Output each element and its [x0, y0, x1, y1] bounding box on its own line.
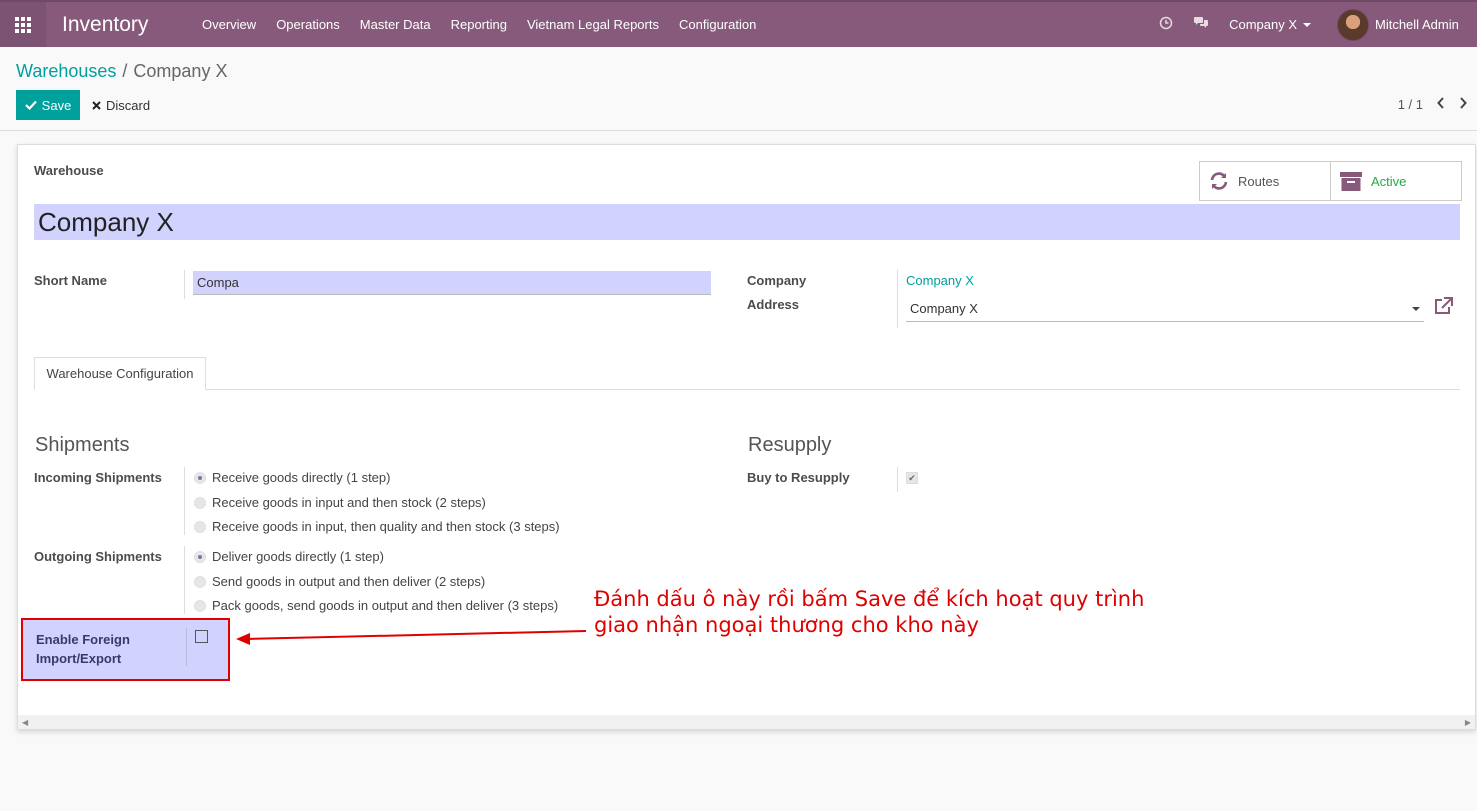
- external-link-icon[interactable]: [1434, 297, 1454, 318]
- apps-menu-icon[interactable]: [0, 2, 46, 47]
- save-button-label: Save: [41, 97, 72, 113]
- address-label: Address: [747, 297, 800, 312]
- annotation-line2: giao nhận ngoại thương cho kho này: [594, 613, 979, 637]
- breadcrumb-separator: /: [122, 61, 128, 81]
- address-select-value: Company X: [910, 301, 978, 316]
- address-select[interactable]: Company X: [906, 296, 1424, 322]
- annotation-arrow: [236, 630, 587, 645]
- radio-label: Receive goods in input and then stock (2…: [212, 495, 486, 510]
- control-panel-divider: [0, 130, 1477, 131]
- annotation-line1: Đánh dấu ô này rồi bấm Save để kích hoạt…: [594, 587, 1145, 611]
- annotation-note: Đánh dấu ô này rồi bấm Save để kích hoạt…: [594, 586, 1144, 638]
- form-sheet: Warehouse Routes Active Company X Short …: [17, 144, 1476, 730]
- buy-to-resupply-label: Buy to Resupply: [747, 470, 850, 485]
- radio-unselected[interactable]: [194, 520, 206, 533]
- discard-button-label: Discard: [106, 97, 151, 113]
- field-separator: [184, 270, 185, 299]
- user-name: Mitchell Admin: [1375, 17, 1459, 32]
- outgoing-option-3-steps[interactable]: Pack goods, send goods in output and the…: [194, 598, 558, 613]
- menu-item-configuration[interactable]: Configuration: [669, 17, 766, 32]
- breadcrumb: Warehouses / Company X: [16, 61, 227, 82]
- short-name-label: Short Name: [34, 273, 107, 288]
- active-button-label: Active: [1371, 173, 1407, 189]
- warehouse-name-input[interactable]: Company X: [34, 204, 1460, 240]
- chevron-right-icon[interactable]: [1459, 96, 1467, 112]
- field-separator: [897, 467, 898, 492]
- radio-selected[interactable]: [194, 550, 206, 563]
- menu-item-reporting[interactable]: Reporting: [441, 17, 517, 32]
- activity-clock-icon[interactable]: [1159, 16, 1173, 33]
- company-switcher-label: Company X: [1229, 17, 1297, 32]
- field-separator: [897, 270, 898, 328]
- warehouse-label: Warehouse: [34, 163, 104, 178]
- routes-button[interactable]: Routes: [1199, 161, 1331, 201]
- tabs-divider: [34, 389, 1460, 390]
- incoming-shipments-label: Incoming Shipments: [34, 470, 162, 485]
- scroll-left-icon[interactable]: ◀: [22, 718, 28, 727]
- foreign-label-line2: Import/Export: [36, 651, 122, 666]
- chevron-left-icon[interactable]: [1437, 96, 1445, 112]
- app-title[interactable]: Inventory: [62, 13, 192, 37]
- check-icon: [24, 100, 37, 110]
- menu-item-master-data[interactable]: Master Data: [350, 17, 441, 32]
- buy-to-resupply-checkbox[interactable]: ✔: [906, 472, 918, 484]
- company-label: Company: [747, 273, 807, 288]
- company-switcher[interactable]: Company X: [1229, 17, 1311, 32]
- menu-item-operations[interactable]: Operations: [266, 17, 350, 32]
- routes-button-label: Routes: [1238, 173, 1280, 189]
- foreign-import-export-checkbox[interactable]: [195, 630, 208, 643]
- field-separator: [186, 628, 187, 666]
- incoming-option-1-step[interactable]: Receive goods directly (1 step): [194, 470, 390, 485]
- save-button[interactable]: Save: [16, 90, 80, 120]
- active-toggle-button[interactable]: Active: [1330, 161, 1462, 201]
- radio-unselected[interactable]: [194, 496, 206, 509]
- company-link[interactable]: Company X: [906, 273, 974, 288]
- discuss-chat-icon[interactable]: [1193, 16, 1209, 33]
- foreign-import-export-highlight: Enable Foreign Import/Export: [21, 618, 230, 681]
- radio-unselected[interactable]: [194, 599, 206, 612]
- radio-label: Receive goods in input, then quality and…: [212, 519, 560, 534]
- field-separator: [184, 467, 185, 535]
- outgoing-option-1-step[interactable]: Deliver goods directly (1 step): [194, 549, 384, 564]
- foreign-import-export-label: Enable Foreign Import/Export: [36, 630, 130, 668]
- menu-item-vietnam-legal-reports[interactable]: Vietnam Legal Reports: [517, 17, 669, 32]
- user-menu[interactable]: Mitchell Admin: [1337, 8, 1477, 41]
- tab-warehouse-configuration[interactable]: Warehouse Configuration: [34, 357, 206, 390]
- radio-selected[interactable]: [194, 471, 206, 484]
- radio-label: Deliver goods directly (1 step): [212, 549, 384, 564]
- top-navbar: Inventory Overview Operations Master Dat…: [0, 0, 1477, 47]
- chevron-down-icon: [1303, 22, 1311, 27]
- archive-box-icon: [1340, 172, 1362, 191]
- pager-value[interactable]: 1 / 1: [1398, 97, 1423, 112]
- outgoing-shipments-label: Outgoing Shipments: [34, 549, 162, 564]
- radio-label: Receive goods directly (1 step): [212, 470, 391, 485]
- discard-button[interactable]: Discard: [88, 90, 154, 120]
- foreign-label-line1: Enable Foreign: [36, 632, 130, 647]
- shipments-section-title: Shipments: [35, 434, 130, 456]
- scroll-right-icon[interactable]: ▶: [1465, 718, 1471, 727]
- avatar: [1337, 8, 1369, 41]
- incoming-option-3-steps[interactable]: Receive goods in input, then quality and…: [194, 519, 560, 534]
- chevron-down-icon[interactable]: [1412, 307, 1420, 311]
- radio-unselected[interactable]: [194, 575, 206, 588]
- short-name-input[interactable]: Compa: [193, 271, 711, 295]
- radio-label: Pack goods, send goods in output and the…: [212, 598, 559, 613]
- pager: 1 / 1: [1398, 96, 1467, 112]
- close-icon: [92, 100, 101, 110]
- breadcrumb-warehouses-link[interactable]: Warehouses: [16, 61, 116, 81]
- main-menu: Overview Operations Master Data Reportin…: [192, 17, 766, 32]
- incoming-option-2-steps[interactable]: Receive goods in input and then stock (2…: [194, 495, 486, 510]
- horizontal-scrollbar[interactable]: ◀ ▶: [18, 715, 1475, 729]
- refresh-icon: [1210, 172, 1228, 190]
- menu-item-overview[interactable]: Overview: [192, 17, 266, 32]
- resupply-section-title: Resupply: [748, 434, 832, 456]
- breadcrumb-current: Company X: [133, 61, 228, 81]
- outgoing-option-2-steps[interactable]: Send goods in output and then deliver (2…: [194, 574, 485, 589]
- field-separator: [184, 546, 185, 614]
- radio-label: Send goods in output and then deliver (2…: [212, 574, 486, 589]
